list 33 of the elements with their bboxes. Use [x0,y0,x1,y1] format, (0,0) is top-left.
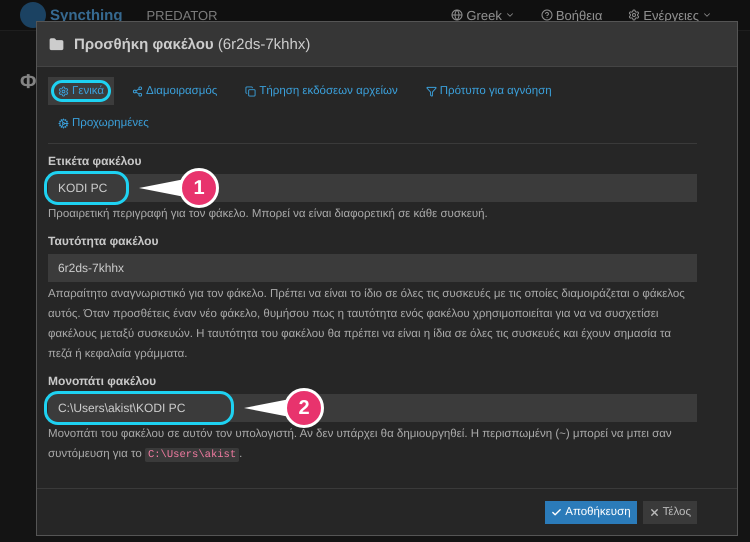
close-button[interactable]: Τέλος [642,500,697,524]
copy-icon [245,86,256,96]
help-text: Απαραίτητο αναγνωριστικό για τον φάκελο. Πρέπει να είναι το ίδιο σε όλες τις συσκευές με τις οποίες διαμοιράζεται ο φάκελος αυτός. Όταν προσθέτεις έναν νέο φάκελο, θυμήσου πως η ταυτότητα ενός φακέλου χρησιμοποιείται για να να συσχετίσει φακέλους μεταξύ συσκευών. Η ταυτότητα του φακέλου θα πρέπει να είναι η ίδια σε όλες τις συσκευές και έχουν σημασία τα πεζά ή κεφαλαία γράμματα. [48,287,686,362]
close-icon [648,506,660,518]
nav-menu[interactable]: Ενέργειες [628,8,712,22]
device-name: PREDATOR [146,8,219,22]
nav-menu[interactable]: Greek [451,8,515,22]
tab[interactable]: Τήρηση εκδόσεων αρχείων [235,77,408,105]
input-field[interactable]: 6r2ds-7khhx [48,254,697,282]
field-label: Ετικέτα φακέλου [48,154,142,168]
page-heading: Φ [20,71,36,94]
help-text: Προαιρετική περιγραφή για τον φάκελο. Μπορεί να είναι διαφορετική σε κάθε συσκευή. [48,207,489,222]
highlight-ring [51,80,112,102]
filter-icon [426,86,437,96]
tab[interactable]: Προχωρημένες [48,109,159,137]
field-label: Ταυτότητα φακέλου [48,234,160,248]
cogs-icon [58,118,69,128]
settings-icon [628,9,640,21]
tab[interactable]: Πρότυπο για αγνόηση [416,77,562,105]
tab[interactable]: Γενικά [48,77,114,105]
tab[interactable]: Διαμοιρασμός [122,77,228,105]
nav-menu[interactable]: Βοήθεια [540,8,602,22]
share-icon [132,86,144,96]
help-text: Μονοπάτι του φακέλου σε αυτόν τον υπολογιστή. Αν δεν υπάρχει θα δημιουργηθεί. Η περισπωμένη (~) μπορεί να μπει σαν συντόμευση για το C:\Users\akist . [48,427,673,464]
help-icon [540,9,553,21]
folder-icon [49,36,64,52]
logo-icon [20,2,46,28]
globe-icon [451,9,464,21]
dialog-title: Προσθήκη φακέλου (6r2ds-7khhx) [74,36,310,52]
settings-icon [58,86,69,96]
save-button[interactable]: Αποθήκευση [545,500,637,524]
field-label: Μονοπάτι φακέλου [48,374,158,388]
check-icon [551,506,562,518]
